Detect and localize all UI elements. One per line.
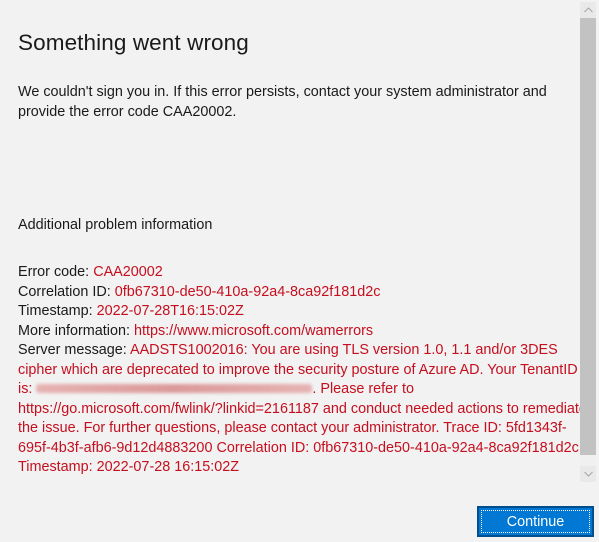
dialog-title: Something went wrong [18, 30, 249, 55]
correlation-id-row: Correlation ID: 0fb67310-de50-410a-92a4-… [18, 283, 593, 303]
scroll-thumb[interactable] [580, 18, 596, 455]
error-details: Error code: CAA20002 Correlation ID: 0fb… [18, 263, 593, 478]
vertical-scrollbar[interactable] [580, 2, 596, 482]
more-information-link[interactable]: https://www.microsoft.com/wamerrors [134, 323, 373, 339]
timestamp-label: Timestamp: [18, 303, 97, 319]
continue-button[interactable]: Continue [477, 506, 594, 537]
error-code-value: CAA20002 [93, 264, 163, 280]
server-message-text-part2: . Please refer to https://go.microsoft.c… [18, 381, 587, 475]
additional-info-heading: Additional problem information [18, 217, 213, 233]
error-code-label: Error code: [18, 264, 94, 280]
scroll-up-button[interactable] [580, 2, 596, 18]
dialog-content: Something went wrong We couldn't sign yo… [18, 0, 593, 490]
server-message-row: Server message: AADSTS1002016: You are u… [18, 341, 593, 478]
error-code-row: Error code: CAA20002 [18, 263, 593, 283]
timestamp-value: 2022-07-28T16:15:02Z [96, 303, 244, 319]
tenant-id-redacted [36, 383, 313, 393]
server-message-label: Server message: [18, 342, 130, 358]
error-intro-text: We couldn't sign you in. If this error p… [18, 84, 547, 120]
error-dialog: Something went wrong We couldn't sign yo… [0, 0, 599, 542]
more-information-label: More information: [18, 322, 134, 339]
scroll-down-button[interactable] [580, 466, 596, 482]
chevron-up-icon [583, 7, 593, 13]
timestamp-row: Timestamp: 2022-07-28T16:15:02Z [18, 302, 593, 322]
correlation-id-label: Correlation ID: [18, 283, 115, 300]
more-information-row: More information: https://www.microsoft.… [18, 322, 593, 342]
chevron-down-icon [583, 471, 593, 477]
correlation-id-value: 0fb67310-de50-410a-92a4-8ca92f181d2c [114, 283, 381, 300]
